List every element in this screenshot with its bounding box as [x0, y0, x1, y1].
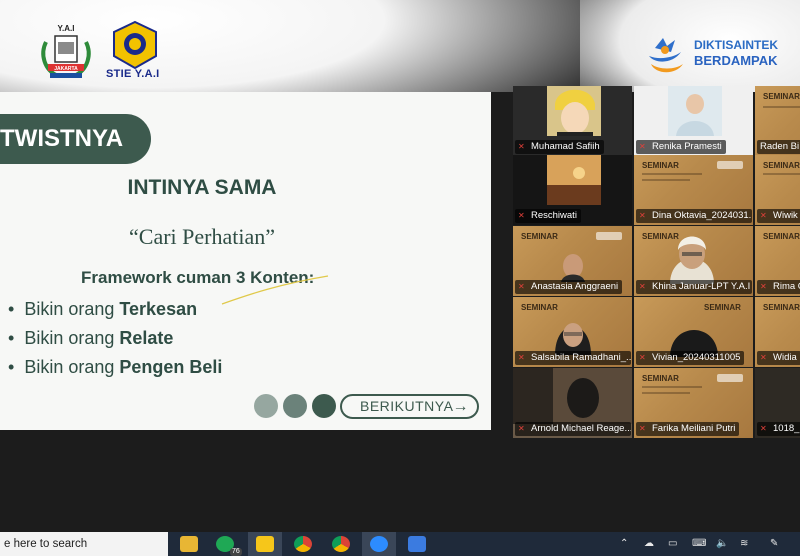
taskbar-search-input[interactable]: e here to search — [0, 532, 168, 556]
participant-face — [555, 323, 591, 355]
participant-name: ✕Rima C — [757, 280, 800, 294]
seminar-label: SEMINAR — [642, 374, 679, 383]
stie-name: STIE Y.A.I — [106, 68, 160, 80]
seminar-label: SEMINAR — [763, 232, 800, 241]
participant-tile[interactable]: SEMINAR ✕ Dina Oktavia_2024031... — [634, 155, 753, 225]
chevron-up-icon[interactable]: ⌃ — [620, 538, 628, 549]
participant-tile[interactable]: SEMINAR Raden Bi — [755, 86, 800, 156]
nav-dot — [254, 394, 278, 418]
wifi-icon[interactable]: ≋ — [740, 538, 748, 549]
bullet-list: Bikin orang Terkesan Bikin orang Relate … — [8, 295, 222, 382]
mic-muted-icon: ✕ — [760, 353, 767, 362]
participant-name: Raden Bi — [757, 140, 800, 154]
yai-seal-logo: Y.A.I JAKARTA — [41, 24, 91, 78]
dikti-line1: DIKTISAINTEK — [694, 38, 778, 52]
participant-name: ✕ Dina Oktavia_2024031... — [636, 209, 752, 223]
section-pill: TWISTNYA — [0, 114, 151, 164]
yai-logo-city: JAKARTA — [54, 66, 78, 72]
seminar-label: SEMINAR — [763, 92, 800, 101]
arrow-right-icon: → — [452, 398, 469, 415]
mic-muted-icon: ✕ — [518, 424, 525, 433]
participant-name: ✕ Vivian_20240311005 — [636, 351, 745, 365]
mic-muted-icon: ✕ — [518, 353, 525, 362]
yai-logo-text: Y.A.I — [58, 24, 75, 33]
mic-muted-icon: ✕ — [518, 282, 525, 291]
diktisaintek-wordmark: DIKTISAINTEK BERDAMPAK — [694, 38, 778, 68]
participant-tile[interactable]: SEMINAR ✕ Widia — [755, 297, 800, 367]
mic-muted-icon: ✕ — [518, 211, 525, 220]
shared-slide: TWISTNYA INTINYA SAMA “Cari Perhatian” F… — [0, 92, 491, 430]
participant-tile[interactable]: ✕ Reschiwati — [513, 155, 632, 225]
participant-tile[interactable]: ✕ Renika Pramesti — [634, 86, 753, 156]
keyboard-icon[interactable]: ⌨ — [692, 538, 706, 549]
participant-tile[interactable]: SEMINAR ✕Rima C — [755, 226, 800, 296]
participant-name: ✕ Farika Meiliani Putri — [636, 422, 740, 436]
app-icon[interactable] — [408, 536, 426, 552]
file-explorer-icon[interactable] — [180, 536, 198, 552]
mic-muted-icon: ✕ — [639, 353, 646, 362]
cloud-icon[interactable]: ☁ — [644, 538, 654, 549]
participant-name: ✕ Arnold Michael Reage... — [515, 422, 631, 436]
participant-face — [670, 236, 714, 284]
next-button[interactable]: BERIKUTNYA → — [340, 394, 479, 419]
seminar-label: SEMINAR — [704, 303, 741, 312]
participant-name: ✕ Widia — [757, 351, 800, 365]
bullet-item: Bikin orang Pengen Beli — [8, 353, 222, 382]
mic-muted-icon: ✕ — [760, 424, 767, 433]
dikti-line2: BERDAMPAK — [694, 53, 778, 68]
participant-name: ✕ Khina Januar-LPT Y.A.I — [636, 280, 752, 294]
mic-muted-icon: ✕ — [760, 282, 767, 291]
avatar-anime — [547, 86, 601, 136]
participant-name: ✕ 1018_ — [757, 422, 800, 436]
stie-emblem-logo — [113, 20, 157, 70]
participant-name: ✕ Muhamad Safiih — [515, 140, 604, 154]
mic-muted-icon: ✕ — [518, 142, 525, 151]
seminar-label: SEMINAR — [763, 303, 800, 312]
bullet-item: Bikin orang Terkesan — [8, 295, 222, 324]
avatar-sunset — [547, 155, 601, 205]
battery-icon[interactable]: ▭ — [668, 538, 677, 549]
participant-tile[interactable]: SEMINAR ✕ Farika Meiliani Putri — [634, 368, 753, 438]
participant-tile[interactable]: SEMINAR ✕ Vivian_20240311005 — [634, 297, 753, 367]
mic-muted-icon: ✕ — [760, 211, 767, 220]
participant-name: ✕ Renika Pramesti — [636, 140, 726, 154]
slide-heading: INTINYA SAMA — [127, 176, 277, 199]
participant-name: ✕ Wiwik — [757, 209, 800, 223]
sticky-notes-icon[interactable] — [256, 536, 274, 552]
pen-icon[interactable]: ✎ — [770, 538, 778, 549]
participant-face — [561, 254, 585, 282]
whatsapp-badge: 76 — [230, 548, 242, 556]
nav-dot — [312, 394, 336, 418]
diktisaintek-logo-icon — [649, 38, 683, 73]
participant-video — [513, 368, 632, 424]
mic-muted-icon: ✕ — [639, 424, 646, 433]
next-button-label: BERIKUTNYA — [360, 398, 454, 414]
seminar-label: SEMINAR — [763, 161, 800, 170]
mic-muted-icon: ✕ — [639, 282, 646, 291]
mic-muted-icon: ✕ — [639, 142, 646, 151]
bullet-item: Bikin orang Relate — [8, 324, 222, 353]
nav-dot — [283, 394, 307, 418]
participant-tile[interactable]: ✕ Muhamad Safiih — [513, 86, 632, 156]
participant-tile[interactable]: SEMINAR ✕ Wiwik — [755, 155, 800, 225]
participant-name: ✕ Reschiwati — [515, 209, 581, 223]
participant-tile[interactable]: ✕ Arnold Michael Reage... — [513, 368, 632, 438]
participant-tile[interactable]: ✕ 1018_ — [755, 368, 800, 438]
avatar-photo — [668, 86, 722, 136]
participant-name: ✕ Salsabila Ramadhani_... — [515, 351, 631, 365]
participant-tile[interactable]: SEMINAR ✕ Anastasia Anggraeni — [513, 226, 632, 296]
mic-muted-icon: ✕ — [639, 211, 646, 220]
annotation-scribble — [221, 275, 329, 305]
seminar-label: SEMINAR — [642, 161, 679, 170]
zoom-meeting-screen: { "header": { "yai_logo_text": "Y.A.I", … — [0, 0, 800, 556]
participant-name: ✕ Anastasia Anggraeni — [515, 280, 623, 294]
zoom-icon[interactable] — [370, 536, 388, 552]
participant-tile[interactable]: SEMINAR ✕ Khina Januar-LPT Y.A.I — [634, 226, 753, 296]
volume-icon[interactable]: 🔈 — [716, 538, 728, 549]
chrome-icon[interactable] — [294, 536, 312, 552]
participant-tile[interactable]: SEMINAR ✕ Salsabila Ramadhani_... — [513, 297, 632, 367]
chrome-profile-icon[interactable] — [332, 536, 350, 552]
slide-quote: “Cari Perhatian” — [129, 224, 275, 249]
seminar-label: SEMINAR — [521, 232, 558, 241]
